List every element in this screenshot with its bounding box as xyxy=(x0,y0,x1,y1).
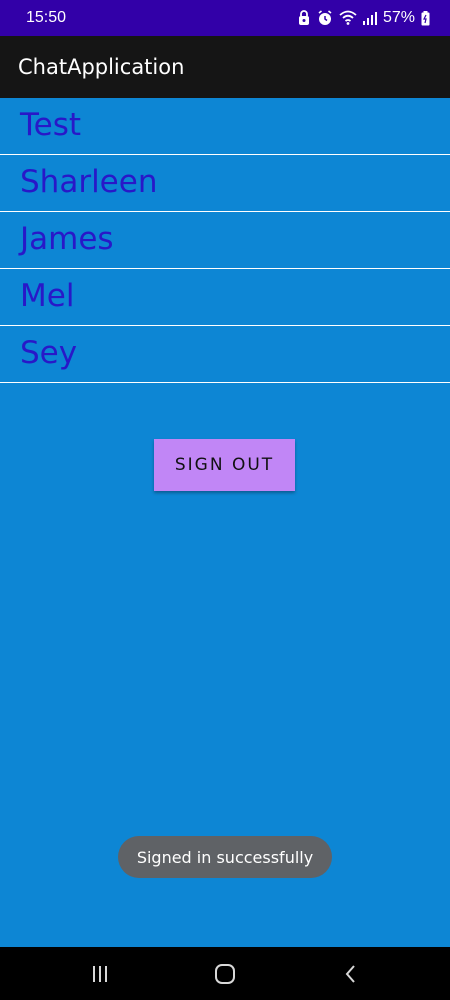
user-list-item[interactable]: Sharleen xyxy=(0,155,450,212)
user-list-item[interactable]: Test xyxy=(0,98,450,155)
home-icon[interactable] xyxy=(209,959,241,989)
status-time: 15:50 xyxy=(26,9,67,26)
app-title: ChatApplication xyxy=(18,55,185,79)
toast-message: Signed in successfully xyxy=(118,836,332,878)
back-icon[interactable] xyxy=(334,959,366,989)
user-name: Sharleen xyxy=(20,164,158,200)
status-bar: 15:50 57% xyxy=(0,0,450,36)
user-name: James xyxy=(20,221,114,257)
alarm-lock-icon xyxy=(297,10,311,26)
status-icons: 57% xyxy=(297,8,430,28)
user-name: Mel xyxy=(20,278,75,314)
sign-out-button[interactable]: SIGN OUT xyxy=(154,439,295,491)
navigation-bar xyxy=(0,947,450,1000)
user-list-item[interactable]: James xyxy=(0,212,450,269)
user-list-item[interactable]: Sey xyxy=(0,326,450,383)
user-list-item[interactable]: Mel xyxy=(0,269,450,326)
battery-icon xyxy=(421,10,430,26)
wifi-icon xyxy=(339,10,357,26)
user-name: Test xyxy=(20,107,82,143)
app-bar: ChatApplication xyxy=(0,36,450,98)
alarm-icon xyxy=(317,10,333,26)
user-name: Sey xyxy=(20,335,78,371)
user-list: Test Sharleen James Mel Sey xyxy=(0,98,450,383)
signal-icon xyxy=(362,11,377,25)
recents-icon[interactable] xyxy=(84,959,116,989)
toast-text: Signed in successfully xyxy=(136,847,314,867)
battery-percent: 57% xyxy=(382,9,415,26)
